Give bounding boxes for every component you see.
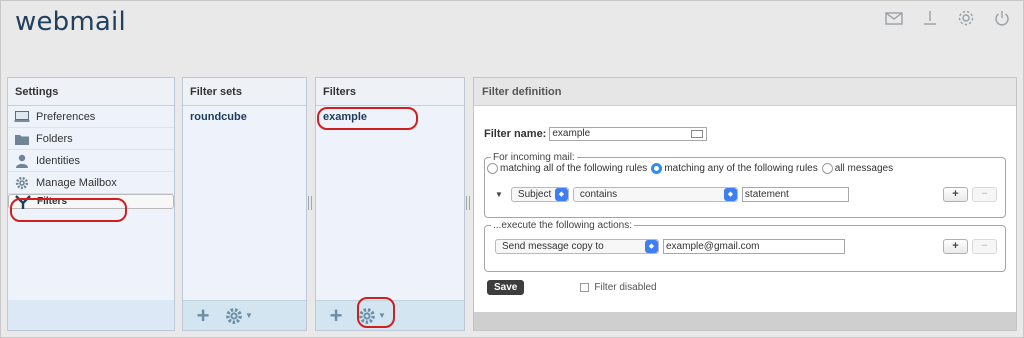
action-row: Send message copy to ◆ example@gmail.com <box>495 239 845 254</box>
settings-item-folders[interactable]: Folders <box>8 128 174 150</box>
radio-all-messages[interactable]: all messages <box>821 163 894 174</box>
action-add-remove: + − <box>943 239 997 254</box>
download-icon[interactable] <box>919 7 941 29</box>
person-icon <box>14 153 30 169</box>
filter-name-input[interactable]: example <box>549 127 708 141</box>
select-arrows-icon: ◆ <box>723 188 737 201</box>
app-logo: webmail <box>15 7 126 37</box>
chevron-down-icon: ▼ <box>378 311 386 320</box>
incoming-mail-legend: For incoming mail: <box>493 152 575 163</box>
gear-icon <box>226 307 242 324</box>
filter-sets-header: Filter sets <box>183 78 306 106</box>
filter-set-actions-button[interactable]: ▼ <box>225 307 253 325</box>
settings-item-filters[interactable]: Filters <box>8 194 174 209</box>
filters-panel: Filters example + ▼ <box>315 77 465 331</box>
radio-match-any[interactable]: matching any of the following rules <box>651 163 818 174</box>
save-row: Save Filter disabled <box>487 280 657 295</box>
settings-header: Settings <box>8 78 174 106</box>
expand-rule-icon[interactable]: ▼ <box>495 190 503 199</box>
settings-item-preferences[interactable]: Preferences <box>8 106 174 128</box>
remove-action-button[interactable]: − <box>972 239 997 254</box>
radio-label: matching any of the following rules <box>664 163 818 174</box>
filter-definition-header: Filter definition <box>474 78 1016 106</box>
radio-icon <box>651 163 663 174</box>
folder-icon <box>14 131 30 147</box>
gear-icon[interactable] <box>955 7 977 29</box>
filter-sets-panel: Filter sets roundcube + ▼ <box>182 77 307 331</box>
radio-label: all messages <box>834 163 894 174</box>
save-button[interactable]: Save <box>487 280 525 295</box>
settings-item-label: Identities <box>36 154 81 167</box>
filter-disabled-label: Filter disabled <box>594 282 657 293</box>
filter-definition-panel: Filter definition Filter name: example F… <box>473 77 1017 331</box>
filter-name-value: example <box>552 128 591 139</box>
match-options: matching all of the following rules matc… <box>487 163 893 174</box>
vcard-icon <box>691 130 704 138</box>
settings-item-manage-mailbox[interactable]: Manage Mailbox <box>8 172 174 194</box>
add-filter-set-button[interactable]: + <box>193 304 213 326</box>
filters-header: Filters <box>316 78 464 106</box>
filter-sets-footer: + ▼ <box>183 300 306 330</box>
rule-row: ▼ Subject ◆ contains ◆ statement <box>495 187 849 202</box>
rule-header-select[interactable]: Subject ◆ <box>510 187 569 202</box>
filters-footer: + ▼ <box>316 300 464 330</box>
chevron-down-icon: ▼ <box>245 311 253 320</box>
settings-item-label: Folders <box>36 132 73 145</box>
settings-item-label: Filters <box>37 195 68 207</box>
rule-operator-select[interactable]: contains ◆ <box>572 187 738 202</box>
select-value: Send message copy to <box>502 241 604 252</box>
definition-footer <box>474 312 1016 330</box>
remove-rule-button[interactable]: − <box>972 187 997 202</box>
add-rule-button[interactable]: + <box>943 187 968 202</box>
add-action-button[interactable]: + <box>943 239 968 254</box>
filter-actions-button[interactable]: ▼ <box>358 307 386 325</box>
incoming-mail-fieldset: For incoming mail: matching all of the f… <box>484 152 1006 218</box>
panel-splitter[interactable] <box>308 196 312 210</box>
gear-icon <box>359 307 375 324</box>
gear-icon <box>14 175 30 191</box>
settings-item-label: Preferences <box>36 110 96 123</box>
mail-icon[interactable] <box>883 7 905 29</box>
monitor-icon <box>14 109 30 125</box>
rule-value-input[interactable]: statement <box>741 187 849 202</box>
filter-name-row: Filter name: example <box>484 127 708 141</box>
rule-add-remove: + − <box>943 187 997 202</box>
radio-icon <box>487 163 498 174</box>
filter-item[interactable]: example <box>316 106 464 128</box>
filter-icon <box>15 194 31 210</box>
checkbox-icon <box>580 283 590 292</box>
power-icon[interactable] <box>991 7 1013 29</box>
radio-match-all[interactable]: matching all of the following rules <box>487 163 647 174</box>
settings-panel: Settings Preferences Folders Identities … <box>7 77 175 331</box>
select-value: contains <box>579 189 618 200</box>
panel-splitter[interactable] <box>466 196 470 210</box>
actions-fieldset: ...execute the following actions: Send m… <box>484 220 1006 272</box>
filter-set-item[interactable]: roundcube <box>183 106 306 128</box>
filter-name-label: Filter name: <box>484 128 547 140</box>
action-type-select[interactable]: Send message copy to ◆ <box>495 239 659 254</box>
radio-icon <box>821 163 833 174</box>
select-arrows-icon: ◆ <box>645 240 658 253</box>
actions-legend: ...execute the following actions: <box>493 220 632 231</box>
select-arrows-icon: ◆ <box>554 188 568 201</box>
radio-label: matching all of the following rules <box>500 163 648 174</box>
add-filter-button[interactable]: + <box>326 304 346 326</box>
filter-disabled-checkbox[interactable]: Filter disabled <box>580 282 657 293</box>
select-value: Subject <box>517 189 552 200</box>
settings-item-identities[interactable]: Identities <box>8 150 174 172</box>
action-value-input[interactable]: example@gmail.com <box>663 239 845 254</box>
top-toolbar <box>883 7 1013 29</box>
